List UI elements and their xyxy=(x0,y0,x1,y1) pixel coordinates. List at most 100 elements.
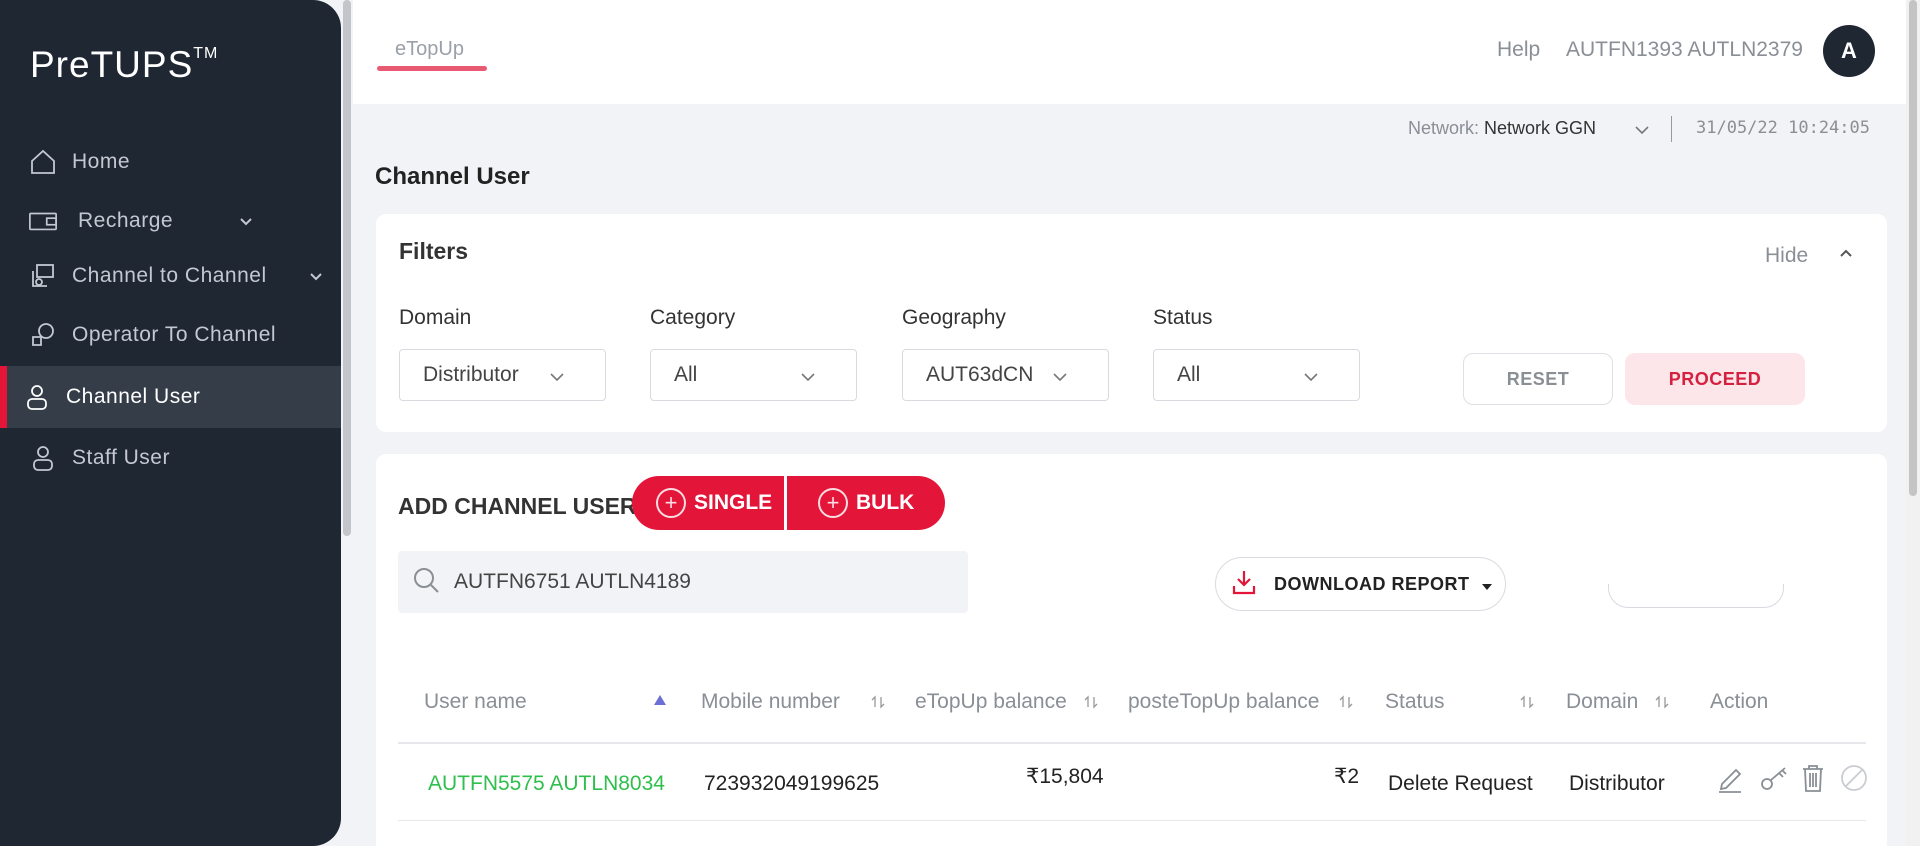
operator-to-channel-icon xyxy=(28,320,58,350)
proceed-button[interactable]: PROCEED xyxy=(1625,353,1805,405)
sort-icon[interactable] xyxy=(1519,694,1535,715)
user-icon xyxy=(28,443,58,473)
category-select-value: All xyxy=(674,363,698,386)
page-scrollbar[interactable] xyxy=(1906,0,1920,846)
chevron-down-icon[interactable] xyxy=(1634,122,1650,140)
domain-select[interactable]: Distributor xyxy=(399,349,606,401)
domain-label: Domain xyxy=(399,306,472,329)
sort-ascending-icon[interactable] xyxy=(654,692,666,710)
user-icon xyxy=(22,382,52,412)
sidebar-item-label: Recharge xyxy=(78,209,174,232)
add-single-button[interactable]: + SINGLE xyxy=(632,476,784,530)
filters-title: Filters xyxy=(399,238,469,264)
network-selector[interactable]: Network: Network GGN xyxy=(1408,118,1596,139)
key-icon[interactable] xyxy=(1759,762,1789,799)
status-label: Status xyxy=(1153,306,1213,329)
reset-button[interactable]: RESET xyxy=(1463,353,1613,405)
sidebar-item-staff-user[interactable]: Staff User xyxy=(0,428,341,488)
column-header-etopup-balance[interactable]: eTopUp balance xyxy=(915,690,1067,714)
sidebar-item-label: Channel to Channel xyxy=(72,264,267,287)
chevron-down-icon xyxy=(1303,365,1319,389)
channel-to-channel-icon xyxy=(28,261,58,291)
page-scrollbar-thumb[interactable] xyxy=(1909,0,1917,496)
sidebar: PreTUPSTM Home Recharge Channel to Chann… xyxy=(0,0,341,846)
domain-cell: Distributor xyxy=(1569,772,1665,795)
chevron-up-icon[interactable] xyxy=(1839,246,1853,265)
channel-users-card: ADD CHANNEL USER + SINGLE + BULK DOWNLOA… xyxy=(376,454,1887,846)
plus-circle-icon: + xyxy=(818,488,848,518)
user-name-link[interactable]: AUTFN5575 AUTLN8034 xyxy=(428,772,665,796)
sidebar-scrollbar[interactable] xyxy=(341,0,353,846)
sidebar-item-label: Staff User xyxy=(72,446,170,469)
chevron-down-icon xyxy=(1052,365,1068,389)
table-header-divider xyxy=(398,742,1866,744)
chevron-down-icon xyxy=(239,209,253,233)
add-bulk-label: BULK xyxy=(856,491,915,514)
status-select[interactable]: All xyxy=(1153,349,1360,401)
add-channel-user-title: ADD CHANNEL USER xyxy=(398,493,637,519)
download-icon xyxy=(1232,569,1256,600)
search-box xyxy=(398,551,968,613)
sidebar-item-label: Operator To Channel xyxy=(72,323,277,346)
geography-select-value: AUT63dCN xyxy=(926,363,1034,386)
sort-icon[interactable] xyxy=(1083,694,1099,715)
sort-icon[interactable] xyxy=(870,694,886,715)
search-icon xyxy=(412,566,440,599)
plus-circle-icon: + xyxy=(656,488,686,518)
sidebar-item-label: Channel User xyxy=(66,385,201,408)
category-select[interactable]: All xyxy=(650,349,857,401)
partial-control[interactable] xyxy=(1608,584,1784,608)
help-link[interactable]: Help xyxy=(1497,38,1540,62)
sidebar-item-recharge[interactable]: Recharge xyxy=(0,191,341,251)
chevron-down-icon xyxy=(309,264,323,288)
divider xyxy=(1671,116,1672,142)
category-label: Category xyxy=(650,306,736,329)
sidebar-item-operator-to-channel[interactable]: Operator To Channel xyxy=(0,305,341,365)
network-value: Network GGN xyxy=(1484,118,1597,138)
add-single-label: SINGLE xyxy=(694,491,773,514)
user-name: AUTFN1393 AUTLN2379 xyxy=(1566,38,1803,61)
column-header-action: Action xyxy=(1710,690,1769,713)
edit-icon[interactable] xyxy=(1716,762,1744,799)
sort-icon[interactable] xyxy=(1654,694,1670,715)
avatar[interactable]: A xyxy=(1823,25,1875,77)
trash-icon[interactable] xyxy=(1800,762,1826,799)
status-cell: Delete Request xyxy=(1388,772,1533,795)
etopup-balance-cell: ₹15,804 xyxy=(1026,765,1104,788)
geography-select[interactable]: AUT63dCN xyxy=(902,349,1109,401)
hide-filters-button[interactable]: Hide xyxy=(1765,244,1808,268)
caret-down-icon xyxy=(1481,574,1492,595)
datetime: 31/05/22 10:24:05 xyxy=(1696,118,1870,138)
home-icon xyxy=(28,147,58,177)
row-divider xyxy=(398,820,1866,821)
tab-etopup[interactable]: eTopUp xyxy=(395,38,464,61)
column-header-user-name[interactable]: User name xyxy=(424,690,527,714)
network-label: Network: xyxy=(1408,118,1480,138)
download-report-label: DOWNLOAD REPORT xyxy=(1274,573,1470,594)
column-header-status[interactable]: Status xyxy=(1385,690,1445,714)
column-header-mobile-number[interactable]: Mobile number xyxy=(701,690,840,714)
sort-icon[interactable] xyxy=(1338,694,1354,715)
sidebar-scrollbar-thumb[interactable] xyxy=(343,0,351,536)
download-report-button[interactable]: DOWNLOAD REPORT xyxy=(1215,557,1506,611)
tab-active-indicator xyxy=(377,66,487,71)
sidebar-item-home[interactable]: Home xyxy=(0,132,341,192)
app-logo[interactable]: PreTUPSTM xyxy=(30,44,218,86)
mobile-number-cell: 723932049199625 xyxy=(704,772,880,795)
add-bulk-button[interactable]: + BULK xyxy=(787,476,945,530)
chevron-down-icon xyxy=(549,365,565,389)
sidebar-item-channel-user[interactable]: Channel User xyxy=(0,366,341,428)
column-header-postetopup-balance[interactable]: posteTopUp balance xyxy=(1128,690,1319,714)
filters-card: Filters Hide Domain Distributor Category… xyxy=(376,214,1887,432)
sidebar-item-channel-to-channel[interactable]: Channel to Channel xyxy=(0,246,341,306)
page-title: Channel User xyxy=(375,163,530,190)
sidebar-item-label: Home xyxy=(72,150,131,173)
search-input[interactable] xyxy=(454,570,934,594)
recharge-icon xyxy=(28,206,58,236)
postetopup-balance-cell: ₹2 xyxy=(1334,765,1360,788)
chevron-down-icon xyxy=(800,365,816,389)
domain-select-value: Distributor xyxy=(423,363,519,386)
suspend-icon[interactable] xyxy=(1839,762,1869,799)
column-header-domain[interactable]: Domain xyxy=(1566,690,1638,714)
status-select-value: All xyxy=(1177,363,1201,386)
